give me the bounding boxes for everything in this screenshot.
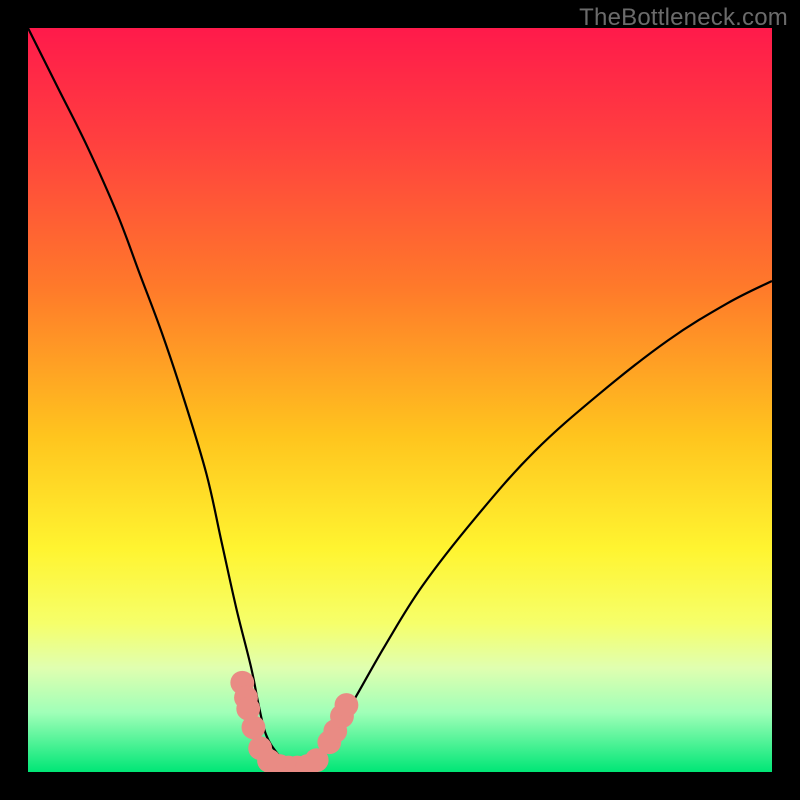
- chart-frame: TheBottleneck.com: [0, 0, 800, 800]
- chart-svg: [28, 28, 772, 772]
- marker-dot: [242, 715, 266, 739]
- plot-area: [28, 28, 772, 772]
- marker-dot: [335, 693, 359, 717]
- chart-background: [28, 28, 772, 772]
